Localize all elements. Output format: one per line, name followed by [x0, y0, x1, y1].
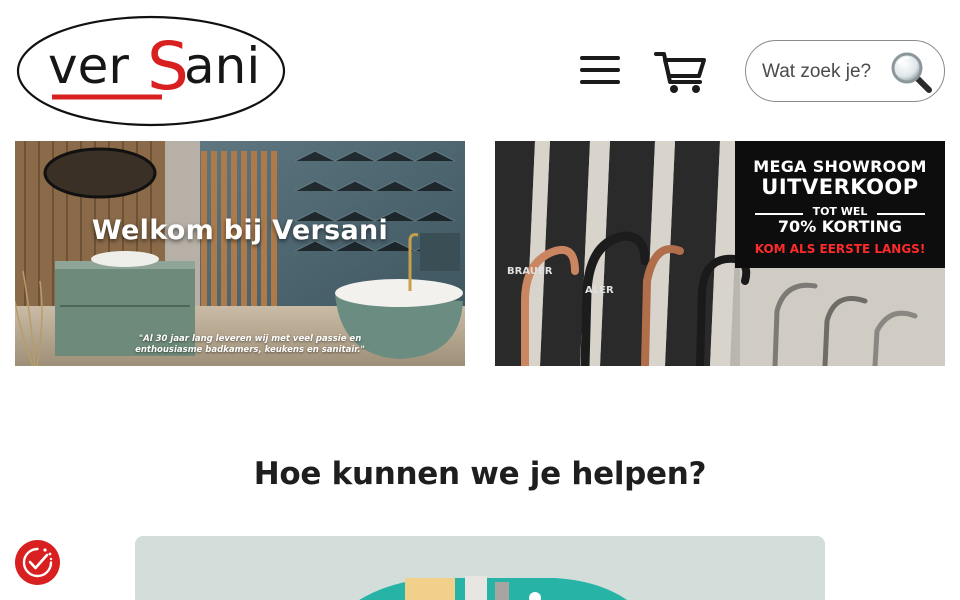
svg-text:ani: ani [184, 37, 260, 95]
magnifier-icon[interactable] [888, 49, 934, 95]
showroom-sale-banner[interactable]: BRAUER ALER MEGA SHOWROOM UITVERKOOP TOT… [495, 141, 945, 366]
help-card[interactable] [135, 536, 825, 600]
welcome-title: Welkom bij Versani [91, 215, 389, 246]
welcome-banner[interactable]: Welkom bij Versani "Al 30 jaar lang leve… [15, 141, 465, 366]
search-box [745, 40, 945, 102]
svg-text:ALER: ALER [585, 285, 614, 296]
promo-line-5: KOM ALS EERSTE LANGS! [754, 242, 926, 256]
versani-logo[interactable]: ver S ani [16, 15, 286, 127]
help-heading: Hoe kunnen we je helpen? [253, 456, 707, 492]
promo-line-2: UITVERKOOP [761, 175, 919, 199]
search-input[interactable] [762, 57, 892, 87]
site-header: ver S ani [0, 0, 960, 135]
hamburger-menu-icon[interactable] [576, 50, 624, 90]
cookie-settings-button[interactable] [15, 540, 60, 585]
cookie-settings-icon [22, 547, 53, 578]
welcome-quote: "Al 30 jaar lang leveren wij met veel pa… [135, 334, 365, 355]
sale-promo-box: MEGA SHOWROOM UITVERKOOP TOT WEL 70% KOR… [735, 141, 945, 268]
svg-text:BRAUER: BRAUER [507, 266, 553, 277]
shopping-cart-icon[interactable] [652, 46, 708, 96]
promo-line-1: MEGA SHOWROOM [753, 157, 927, 176]
help-illustration [359, 576, 627, 600]
svg-text:ver: ver [48, 37, 129, 95]
promo-divider-right [877, 213, 925, 215]
svg-text:S: S [147, 28, 189, 105]
bathroom-scene-image [15, 141, 465, 366]
promo-line-4: 70% KORTING [777, 217, 903, 236]
